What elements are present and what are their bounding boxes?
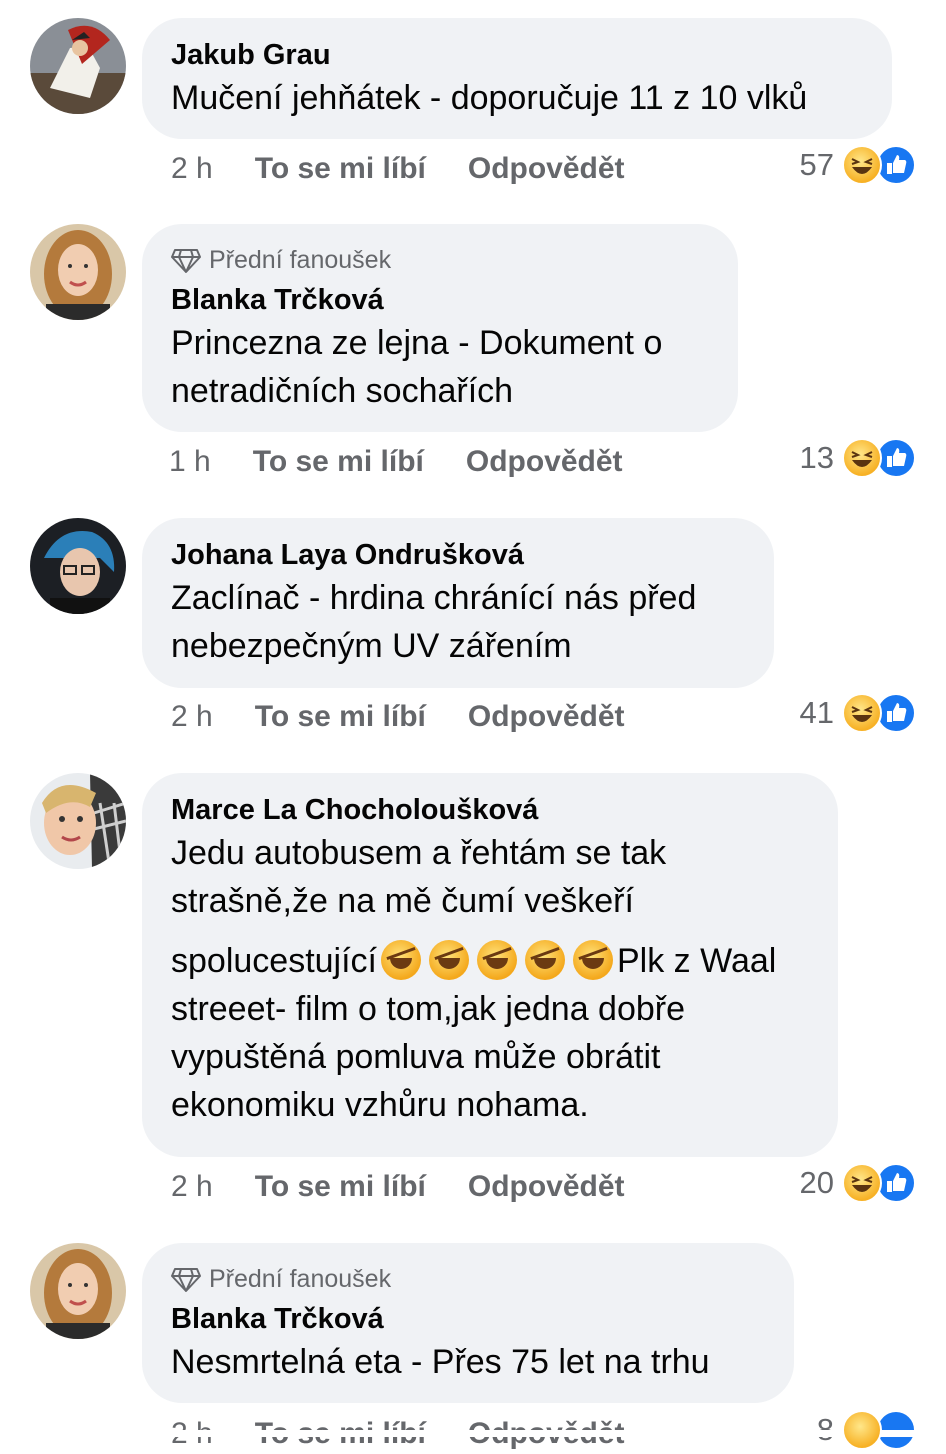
comment-actions: 1 h To se mi líbí Odpovědět 13 — [169, 438, 916, 482]
comment-text: Jedu autobusem a řehtám se tak — [171, 834, 667, 872]
haha-icon — [842, 1410, 882, 1450]
comment-bubble: Johana Laya Ondrušková Zaclínač - hrdina… — [142, 518, 774, 688]
comment-bubble: Jakub Grau Mučení jehňátek - doporučuje … — [142, 18, 892, 139]
comment-author[interactable]: Blanka Trčková — [171, 281, 708, 319]
like-icon — [876, 693, 916, 733]
comment-time[interactable]: 1 h — [169, 445, 211, 479]
like-button[interactable]: To se mi líbí — [255, 700, 426, 734]
comment-text: nebezpečným UV zářením — [171, 627, 572, 665]
reply-button[interactable]: Odpovědět — [468, 152, 625, 186]
comment-text: ekonomiku vzhůru nohama. — [171, 1086, 589, 1124]
reply-button[interactable]: Odpovědět — [468, 700, 625, 734]
haha-icon — [842, 145, 882, 185]
comment-actions: 2 h To se mi líbí Odpovědět 20 — [171, 1163, 916, 1207]
avatar[interactable] — [30, 518, 126, 614]
comment-text: Zaclínač - hrdina chránící nás před — [171, 579, 697, 617]
comment-text: Plk z Waal — [617, 942, 777, 980]
comment-author[interactable]: Marce La Chocholoušková — [171, 791, 808, 829]
haha-icon — [842, 438, 882, 478]
haha-icon — [842, 1163, 882, 1203]
rolling-laughing-emoji — [477, 940, 517, 980]
comment-bubble: Přední fanoušek Blanka Trčková Princezna… — [142, 224, 738, 432]
comment-actions: 2 h To se mi líbí Odpovědět 41 — [171, 693, 916, 737]
avatar[interactable] — [30, 773, 126, 869]
rolling-laughing-emoji — [429, 940, 469, 980]
diamond-icon — [171, 248, 201, 273]
reactions-summary[interactable]: 20 — [800, 1163, 916, 1203]
avatar[interactable] — [30, 1243, 126, 1339]
badge-label: Přední fanoušek — [209, 246, 392, 274]
comment-text: strašně,že na mě čumí veškeří — [171, 882, 634, 920]
comment-text: Nesmrtelná eta - Přes 75 let na trhu — [171, 1343, 710, 1381]
comment-time[interactable]: 2 h — [171, 700, 213, 734]
comment-text: Princezna ze lejna - Dokument o — [171, 324, 663, 362]
reaction-count: 13 — [799, 440, 834, 475]
badge-label: Přední fanoušek — [209, 1265, 392, 1293]
comment-text: vypuštěná pomluva může obrátit — [171, 1038, 661, 1076]
diamond-icon — [171, 1267, 201, 1292]
like-button[interactable]: To se mi líbí — [255, 1170, 426, 1204]
top-fan-badge: Přední fanoušek — [171, 1265, 764, 1294]
like-icon — [876, 438, 916, 478]
comment-bubble: Marce La Chocholoušková Jedu autobusem a… — [142, 773, 838, 1157]
like-button[interactable]: To se mi líbí — [255, 152, 426, 186]
bottom-fade — [0, 1430, 946, 1437]
comment-bubble: Přední fanoušek Blanka Trčková Nesmrteln… — [142, 1243, 794, 1403]
reactions-summary[interactable]: 13 — [800, 438, 916, 478]
reaction-count: 20 — [799, 1165, 834, 1200]
like-button[interactable]: To se mi líbí — [253, 445, 424, 479]
reaction-count: 41 — [799, 695, 834, 730]
avatar[interactable] — [30, 224, 126, 320]
rolling-laughing-emoji — [525, 940, 565, 980]
comment-author[interactable]: Jakub Grau — [171, 36, 862, 74]
comment-text: Mučení jehňátek - doporučuje 11 z 10 vlk… — [171, 79, 808, 117]
haha-icon — [842, 693, 882, 733]
avatar[interactable] — [30, 18, 126, 114]
like-icon — [876, 1163, 916, 1203]
comment-actions: 2 h To se mi líbí Odpovědět 57 — [171, 145, 916, 189]
comment-text: spolucestující — [171, 942, 377, 980]
comment-time[interactable]: 2 h — [171, 152, 213, 186]
reply-button[interactable]: Odpovědět — [466, 445, 623, 479]
comment-text: streeet- film o tom,jak jedna dobře — [171, 990, 686, 1028]
rolling-laughing-emoji — [573, 940, 613, 980]
top-fan-badge: Přední fanoušek — [171, 246, 708, 275]
comment-time[interactable]: 2 h — [171, 1170, 213, 1204]
reactions-summary[interactable]: 57 — [800, 145, 916, 185]
reply-button[interactable]: Odpovědět — [468, 1170, 625, 1204]
reactions-summary[interactable]: 41 — [800, 693, 916, 733]
reaction-count: 57 — [799, 147, 834, 182]
like-icon — [876, 145, 916, 185]
rolling-laughing-emoji — [381, 940, 421, 980]
comment-author[interactable]: Blanka Trčková — [171, 1300, 764, 1338]
comment-text: spolucestující Plk z Waal — [171, 937, 808, 985]
comment-author[interactable]: Johana Laya Ondrušková — [171, 536, 744, 574]
comment-text: netradičních sochařích — [171, 372, 514, 410]
